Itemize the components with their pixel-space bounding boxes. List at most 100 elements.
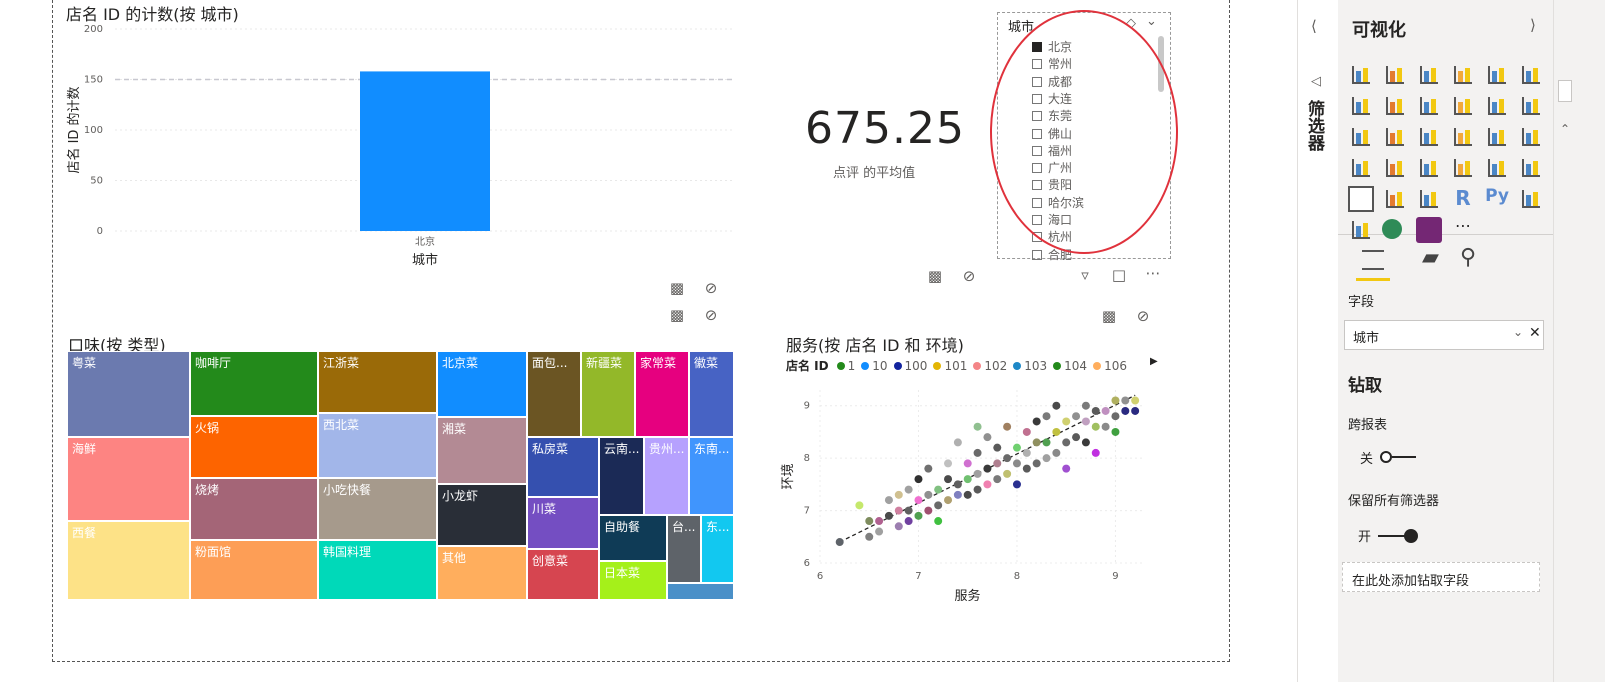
treemap-tile[interactable]: 江浙菜 bbox=[318, 351, 437, 413]
treemap-tile[interactable]: 家常菜 bbox=[635, 351, 689, 437]
clear-filter-icon[interactable]: ⊘ bbox=[1134, 307, 1152, 325]
treemap-tile[interactable]: 西北菜 bbox=[318, 413, 437, 478]
donut-chart-icon[interactable] bbox=[1450, 124, 1476, 150]
treemap-tile[interactable]: 小吃快餐 bbox=[318, 478, 437, 540]
treemap-tile[interactable]: 面包... bbox=[527, 351, 581, 437]
clear-filter-icon[interactable]: ⊘ bbox=[702, 306, 720, 324]
cross-report-toggle[interactable] bbox=[1380, 451, 1418, 463]
funnel-icon[interactable] bbox=[1382, 155, 1408, 181]
treemap-tile[interactable]: 川菜 bbox=[527, 497, 599, 549]
legend-entry[interactable]: 104 bbox=[1053, 359, 1087, 373]
bar-chart[interactable]: 200 150 100 50 0 北京城市 店名 ID 的计数 bbox=[60, 20, 750, 280]
treemap-tile[interactable]: 湘菜 bbox=[437, 417, 527, 484]
line-chart-icon[interactable] bbox=[1348, 93, 1374, 119]
line-clustered-icon[interactable] bbox=[1484, 93, 1510, 119]
treemap-tile[interactable]: 东南... bbox=[689, 437, 734, 515]
waterfall-icon[interactable] bbox=[1348, 124, 1374, 150]
treemap-tile[interactable]: 咖啡厅 bbox=[190, 351, 318, 416]
treemap-tile[interactable]: 北京菜 bbox=[437, 351, 527, 417]
key-influencers-icon[interactable] bbox=[1518, 186, 1544, 212]
legend-entry[interactable]: 101 bbox=[933, 359, 967, 373]
drill-icon[interactable]: ▩ bbox=[668, 306, 686, 324]
multi-row-card-icon[interactable] bbox=[1484, 155, 1510, 181]
more-options-icon[interactable]: ⋯ bbox=[1144, 264, 1162, 282]
treemap-tile[interactable]: 徽菜 bbox=[689, 351, 734, 437]
filled-map-icon[interactable] bbox=[1348, 155, 1374, 181]
treemap-tile[interactable]: 粉面馆 bbox=[190, 540, 318, 600]
card-icon[interactable] bbox=[1450, 155, 1476, 181]
stacked-bar-icon[interactable] bbox=[1348, 62, 1374, 88]
python-visual-icon[interactable]: Py bbox=[1484, 186, 1510, 212]
area-chart-icon[interactable] bbox=[1382, 93, 1408, 119]
clear-filter-icon[interactable]: ⊘ bbox=[702, 279, 720, 297]
legend-entry[interactable]: 1 bbox=[836, 359, 855, 373]
remove-field-icon[interactable]: ✕ bbox=[1529, 325, 1541, 341]
gauge-icon[interactable] bbox=[1416, 155, 1442, 181]
pie-chart-icon[interactable] bbox=[1416, 124, 1442, 150]
legend-entry[interactable]: 106 bbox=[1093, 359, 1127, 373]
filter-funnel-icon[interactable]: ◁ bbox=[1311, 74, 1321, 89]
analytics-magnifier-icon[interactable]: ⚲ bbox=[1460, 245, 1476, 270]
drill-icon[interactable]: ▩ bbox=[926, 267, 944, 285]
filters-label[interactable]: 筛选器 bbox=[1304, 100, 1327, 151]
treemap-tile[interactable] bbox=[667, 583, 734, 600]
chevron-up-icon[interactable]: ⌃ bbox=[1560, 122, 1570, 136]
treemap-tile[interactable]: 自助餐 bbox=[599, 515, 667, 561]
matrix-icon[interactable] bbox=[1416, 186, 1442, 212]
treemap-tile[interactable]: 私房菜 bbox=[527, 437, 599, 497]
fields-tab-icon[interactable] bbox=[1362, 250, 1384, 270]
drill-icon[interactable]: ▩ bbox=[1100, 307, 1118, 325]
treemap-tile[interactable]: 新疆菜 bbox=[581, 351, 635, 437]
treemap-tile[interactable]: 西餐 bbox=[67, 521, 190, 600]
chevron-down-icon[interactable]: ⌄ bbox=[1513, 325, 1523, 339]
100-bar-icon[interactable] bbox=[1484, 62, 1510, 88]
treemap-tile[interactable]: 粤菜 bbox=[67, 351, 190, 437]
slicer-icon[interactable] bbox=[1348, 186, 1374, 212]
field-well[interactable]: 城市 ⌄ ✕ bbox=[1344, 320, 1544, 350]
chevron-down-icon[interactable]: ⌄ bbox=[1146, 14, 1157, 29]
clustered-column-icon[interactable] bbox=[1450, 62, 1476, 88]
treemap-tile[interactable]: 火锅 bbox=[190, 416, 318, 478]
treemap-tile[interactable]: 创意菜 bbox=[527, 549, 599, 600]
fields-pane-edge[interactable]: ⌃ bbox=[1553, 0, 1605, 682]
treemap-tile[interactable]: 小龙虾 bbox=[437, 484, 527, 546]
line-column-icon[interactable] bbox=[1450, 93, 1476, 119]
legend-entry[interactable]: 10 bbox=[861, 359, 888, 373]
chevron-right-icon[interactable]: ⟩ bbox=[1530, 16, 1536, 34]
checkbox[interactable] bbox=[1032, 249, 1042, 260]
stacked-area-icon[interactable] bbox=[1416, 93, 1442, 119]
treemap-icon[interactable] bbox=[1484, 124, 1510, 150]
scatter-icon[interactable] bbox=[1382, 124, 1408, 150]
treemap-tile[interactable]: 韩国料理 bbox=[318, 540, 437, 600]
clustered-bar-icon[interactable] bbox=[1416, 62, 1442, 88]
legend-entry[interactable]: 100 bbox=[893, 359, 927, 373]
keep-filters-toggle[interactable] bbox=[1378, 529, 1418, 543]
100-column-icon[interactable] bbox=[1518, 62, 1544, 88]
map-icon[interactable] bbox=[1518, 124, 1544, 150]
chevron-left-icon[interactable]: ⟨ bbox=[1311, 17, 1317, 35]
table-icon[interactable] bbox=[1382, 186, 1408, 212]
kpi-icon[interactable] bbox=[1518, 155, 1544, 181]
treemap-tile[interactable]: 烧烤 bbox=[190, 478, 318, 540]
drill-icon[interactable]: ▩ bbox=[668, 279, 686, 297]
r-visual-icon[interactable]: R bbox=[1450, 186, 1476, 212]
decomposition-tree-icon[interactable] bbox=[1348, 217, 1374, 243]
format-paint-roller-icon[interactable]: ▰ bbox=[1422, 245, 1439, 270]
treemap-tile[interactable]: 东... bbox=[701, 515, 734, 583]
treemap-tile[interactable]: 日本菜 bbox=[599, 561, 667, 600]
treemap-tile[interactable]: 台... bbox=[667, 515, 701, 583]
treemap-chart[interactable]: 粤菜 海鲜 西餐 咖啡厅 火锅 烧烤 粉面馆 江浙菜 西北菜 小吃快餐 韩国料理 北京菜 湘菜 小龙虾 其他… bbox=[67, 351, 734, 600]
add-drill-field-well[interactable]: 在此处添加钻取字段 bbox=[1342, 562, 1540, 592]
treemap-tile[interactable]: 云南... bbox=[599, 437, 644, 515]
ribbon-chart-icon[interactable] bbox=[1518, 93, 1544, 119]
treemap-tile[interactable]: 海鲜 bbox=[67, 437, 190, 521]
focus-mode-icon[interactable]: □ bbox=[1110, 266, 1128, 284]
clear-filter-icon[interactable]: ⊘ bbox=[960, 267, 978, 285]
stacked-column-icon[interactable] bbox=[1382, 62, 1408, 88]
filters-pane-collapsed[interactable]: ⟨ ◁ 筛选器 bbox=[1297, 0, 1339, 682]
treemap-tile[interactable]: 贵州... bbox=[644, 437, 689, 515]
legend-entry[interactable]: 102 bbox=[973, 359, 1007, 373]
legend-next-icon[interactable]: ▶ bbox=[1150, 356, 1158, 367]
arcgis-icon[interactable] bbox=[1382, 219, 1402, 239]
treemap-tile[interactable]: 其他 bbox=[437, 546, 527, 600]
